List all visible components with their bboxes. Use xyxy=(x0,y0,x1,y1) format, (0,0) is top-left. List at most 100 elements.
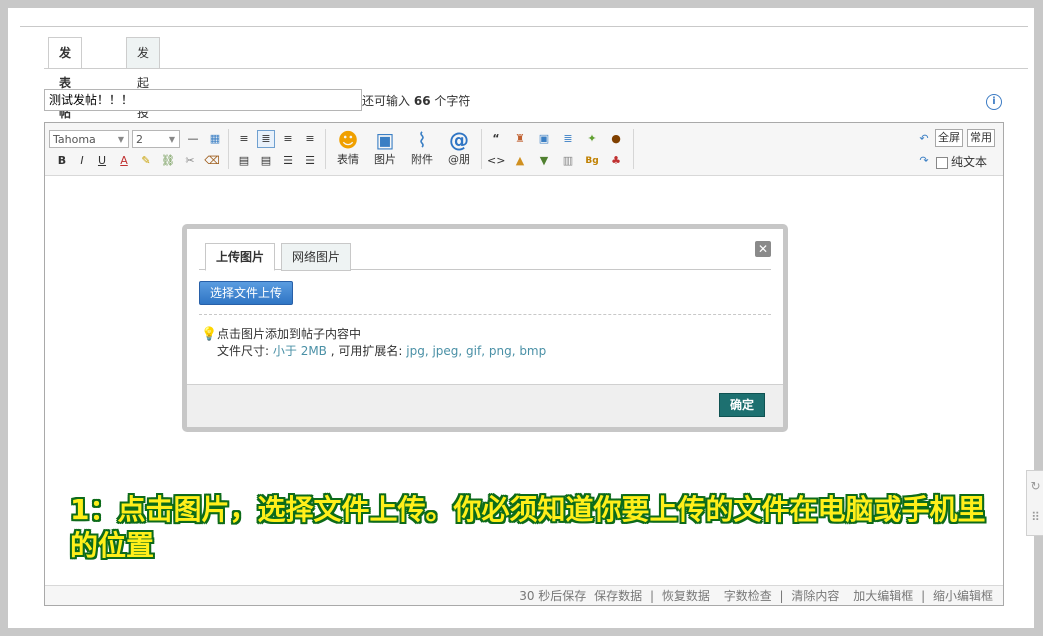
bold-button[interactable]: B xyxy=(53,152,71,170)
info-icon[interactable]: i xyxy=(986,94,1002,110)
side-toolbar: ↻ ⠿ xyxy=(1026,470,1043,536)
file-limits: 文件尺寸: 小于 2MB , 可用扩展名: jpg, jpeg, gif, pn… xyxy=(217,343,546,360)
dialog-footer: 确定 xyxy=(187,384,783,427)
footer-divider: | xyxy=(649,589,655,603)
size-label: 文件尺寸: xyxy=(217,344,270,358)
grid-icon[interactable]: ⠿ xyxy=(1027,502,1043,533)
common-button[interactable]: 常用 xyxy=(967,129,995,147)
editor-footer: 30 秒后保存 保存数据 | 恢复数据 字数检查 | 清除内容 加大编辑框 | … xyxy=(45,585,1003,605)
quote-icon[interactable]: “ xyxy=(487,130,505,148)
clear-format-icon[interactable]: ⌫ xyxy=(203,152,221,170)
at-icon: @ xyxy=(449,128,469,152)
remaining-chars: 还可输入 66 个字符 xyxy=(362,92,470,109)
redo-icon[interactable]: ↷ xyxy=(915,152,933,170)
lock-icon[interactable]: ▲ xyxy=(511,152,529,170)
dialog-divider xyxy=(199,314,771,315)
emoji-button[interactable]: ☻ 表情 xyxy=(330,127,366,167)
attachment-label: 附件 xyxy=(411,153,433,166)
align-left-icon[interactable]: ≡ xyxy=(235,130,253,148)
ordered-list-icon[interactable]: ☰ xyxy=(279,152,297,170)
font-size-select[interactable]: 2 ▼ xyxy=(132,130,180,148)
link-icon[interactable]: ⛓ xyxy=(159,152,177,170)
download-icon[interactable]: ▼ xyxy=(535,152,553,170)
tab-network-image[interactable]: 网络图片 xyxy=(281,243,352,271)
fullscreen-button[interactable]: 全屏 xyxy=(935,129,963,147)
lightbulb-icon: 💡 xyxy=(201,327,218,342)
remaining-prefix: 还可输入 xyxy=(362,94,411,108)
save-data-link[interactable]: 保存数据 xyxy=(594,589,642,603)
free-icon[interactable]: ♜ xyxy=(511,130,529,148)
toolbar-divider xyxy=(228,129,229,169)
float-right-icon[interactable]: ▤ xyxy=(257,152,275,170)
plain-text-checkbox[interactable] xyxy=(936,157,948,169)
ext-label: , 可用扩展名: xyxy=(330,344,403,358)
chevron-down-icon: ▼ xyxy=(117,135,124,144)
code-icon[interactable]: <> xyxy=(487,152,505,170)
plain-text-label: 纯文本 xyxy=(951,155,988,169)
ok-button[interactable]: 确定 xyxy=(718,393,765,417)
image-label: 图片 xyxy=(374,153,396,166)
flash-icon[interactable]: ● xyxy=(607,130,625,148)
underline-button[interactable]: U xyxy=(93,152,111,170)
autosave-text: 30 秒后保存 xyxy=(519,589,587,603)
clear-content-link[interactable]: 清除内容 xyxy=(791,589,839,603)
align-right-icon[interactable]: ≡ xyxy=(301,130,319,148)
refresh-icon[interactable]: ↻ xyxy=(1027,471,1043,502)
subject-input[interactable] xyxy=(44,89,362,111)
restore-data-link[interactable]: 恢复数据 xyxy=(662,589,710,603)
italic-button[interactable]: I xyxy=(73,152,91,170)
font-size-value: 2 xyxy=(136,133,143,146)
size-value: 小于 2MB xyxy=(272,344,327,358)
close-icon[interactable]: ✕ xyxy=(755,241,771,257)
table-icon[interactable]: ▦ xyxy=(206,130,224,148)
unordered-list-icon[interactable]: ☰ xyxy=(301,152,319,170)
background-icon[interactable]: Bg xyxy=(583,152,601,170)
remaining-count: 66 xyxy=(413,94,431,108)
instruction-callout: 1：点击图片，选择文件上传。你必须知道你要上传的文件在电脑或手机里的位置 xyxy=(70,493,986,562)
mention-button[interactable]: @ @朋 xyxy=(441,127,477,167)
hide-icon[interactable]: ▣ xyxy=(535,130,553,148)
word-check-link[interactable]: 字数检查 xyxy=(724,589,772,603)
shrink-editor-link[interactable]: 缩小编辑框 xyxy=(933,589,993,603)
font-family-value: Tahoma xyxy=(53,133,96,146)
toolbar-divider xyxy=(481,129,482,169)
image-icon: ▣ xyxy=(375,128,395,152)
toolbar-divider xyxy=(325,129,326,169)
font-family-select[interactable]: Tahoma ▼ xyxy=(49,130,129,148)
align-center-icon[interactable]: ≡ xyxy=(279,130,297,148)
editor-toolbar: Tahoma ▼ 2 ▼ — ▦ B I U A ✎ ⛓ ✂ ⌫ ≡ ≣ ≡ ≡ ▤… xyxy=(45,123,1003,176)
tab-upload-image[interactable]: 上传图片 xyxy=(205,243,276,271)
select-file-upload-button[interactable]: 选择文件上传 xyxy=(199,281,294,305)
award-icon[interactable]: ✦ xyxy=(583,130,601,148)
align-justify-icon[interactable]: ≣ xyxy=(257,130,275,148)
tab-post[interactable]: 发表帖子 xyxy=(48,37,83,150)
tip-line: 点击图片添加到帖子内容中 xyxy=(217,327,362,341)
columns-icon[interactable]: ▥ xyxy=(559,152,577,170)
attachment-button[interactable]: ⌇ 附件 xyxy=(404,127,440,167)
image-upload-dialog: 上传图片 网络图片 ✕ 选择文件上传 💡 点击图片添加到帖子内容中 文件尺寸: … xyxy=(182,224,788,432)
footer-divider: | xyxy=(779,589,784,603)
undo-icon[interactable]: ↶ xyxy=(915,130,933,148)
ext-value: jpg, jpeg, gif, png, bmp xyxy=(406,344,547,358)
image-button[interactable]: ▣ 图片 xyxy=(367,127,403,167)
upload-tip: 点击图片添加到帖子内容中 文件尺寸: 小于 2MB , 可用扩展名: jpg, … xyxy=(217,326,546,360)
tab-divider xyxy=(44,68,1028,69)
mention-label: @朋 xyxy=(448,153,470,166)
font-color-button[interactable]: A xyxy=(115,152,133,170)
unlink-icon[interactable]: ✂ xyxy=(181,152,199,170)
footer-divider: | xyxy=(921,589,926,603)
dialog-tabs: 上传图片 网络图片 xyxy=(199,241,771,271)
qq-icon[interactable]: ♣ xyxy=(607,152,625,170)
horizontal-rule-icon[interactable]: — xyxy=(184,130,202,148)
smiley-icon: ☻ xyxy=(337,128,359,152)
tab-poll[interactable]: 发起投票 xyxy=(126,37,161,150)
emoji-label: 表情 xyxy=(337,153,359,166)
paperclip-icon: ⌇ xyxy=(417,128,427,152)
enlarge-editor-link[interactable]: 加大编辑框 xyxy=(853,589,913,603)
float-left-icon[interactable]: ▤ xyxy=(235,152,253,170)
highlight-icon[interactable]: ✎ xyxy=(137,152,155,170)
remaining-suffix: 个字符 xyxy=(434,94,471,108)
top-divider xyxy=(20,26,1028,27)
password-icon[interactable]: ≣ xyxy=(559,130,577,148)
chevron-down-icon: ▼ xyxy=(168,135,175,144)
